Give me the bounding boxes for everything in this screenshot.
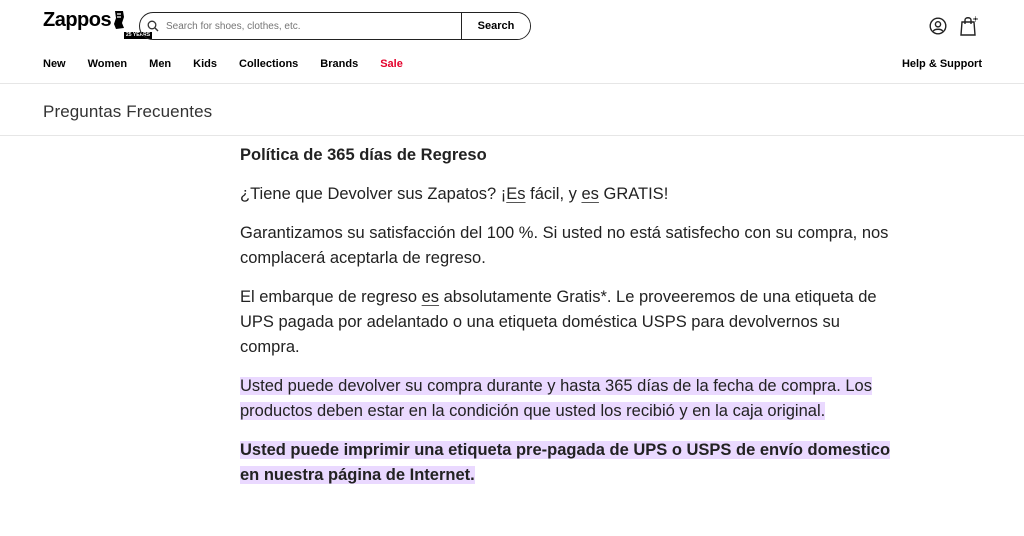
cart-button[interactable] [958, 15, 980, 37]
faq-article: Política de 365 días de Regreso ¿Tiene q… [240, 143, 900, 502]
p1-underlined-es-2: es [581, 185, 599, 203]
p1-text-a: ¿Tiene que Devolver sus Zapatos? ¡ [240, 185, 507, 203]
nav-item-new[interactable]: New [43, 58, 66, 70]
p3-underlined-es: es [421, 288, 440, 306]
p3-text-a: El embarque de regreso [240, 288, 422, 306]
main-nav: New Women Men Kids Collections Brands Sa… [43, 58, 425, 70]
p1-text-c: fácil, y [525, 185, 582, 203]
page-heading-bar: Preguntas Frecuentes [0, 84, 1024, 136]
nav-item-collections[interactable]: Collections [239, 58, 298, 70]
faq-paragraph-3: El embarque de regreso es absolutamente … [240, 285, 900, 360]
nav-item-brands[interactable]: Brands [320, 58, 358, 70]
logo-shoe-mark-icon [114, 11, 125, 29]
p1-underlined-es-1: Es [506, 185, 526, 203]
zappos-logo[interactable]: Zappos 25 YEARS [43, 8, 153, 39]
search-input[interactable] [166, 13, 461, 39]
nav-item-sale[interactable]: Sale [380, 58, 403, 70]
search-button[interactable]: Search [461, 13, 530, 39]
search-bar: Search [139, 12, 531, 40]
p1-text-e: GRATIS! [598, 185, 669, 203]
search-icon [140, 13, 166, 39]
page-title: Preguntas Frecuentes [43, 102, 213, 121]
help-support-link[interactable]: Help & Support [902, 58, 982, 70]
account-icon [929, 17, 947, 35]
nav-item-men[interactable]: Men [149, 58, 171, 70]
nav-item-women[interactable]: Women [88, 58, 128, 70]
logo-text: Zappos [43, 9, 112, 31]
faq-paragraph-4-highlighted: Usted puede devolver su compra durante y… [240, 374, 900, 424]
account-button[interactable] [927, 15, 949, 37]
nav-item-kids[interactable]: Kids [193, 58, 217, 70]
faq-heading: Política de 365 días de Regreso [240, 146, 487, 164]
cart-icon [960, 16, 978, 36]
p5-highlighted-text: Usted puede imprimir una etiqueta pre-pa… [240, 441, 891, 484]
site-header: Zappos 25 YEARS Search for shoes, clothe… [0, 0, 1024, 84]
faq-paragraph-5-highlighted: Usted puede imprimir una etiqueta pre-pa… [240, 438, 900, 488]
faq-paragraph-2: Garantizamos su satisfacción del 100 %. … [240, 224, 889, 267]
faq-paragraph-1: ¿Tiene que Devolver sus Zapatos? ¡Es fác… [240, 182, 900, 207]
p4-highlighted-text: Usted puede devolver su compra durante y… [240, 377, 872, 420]
